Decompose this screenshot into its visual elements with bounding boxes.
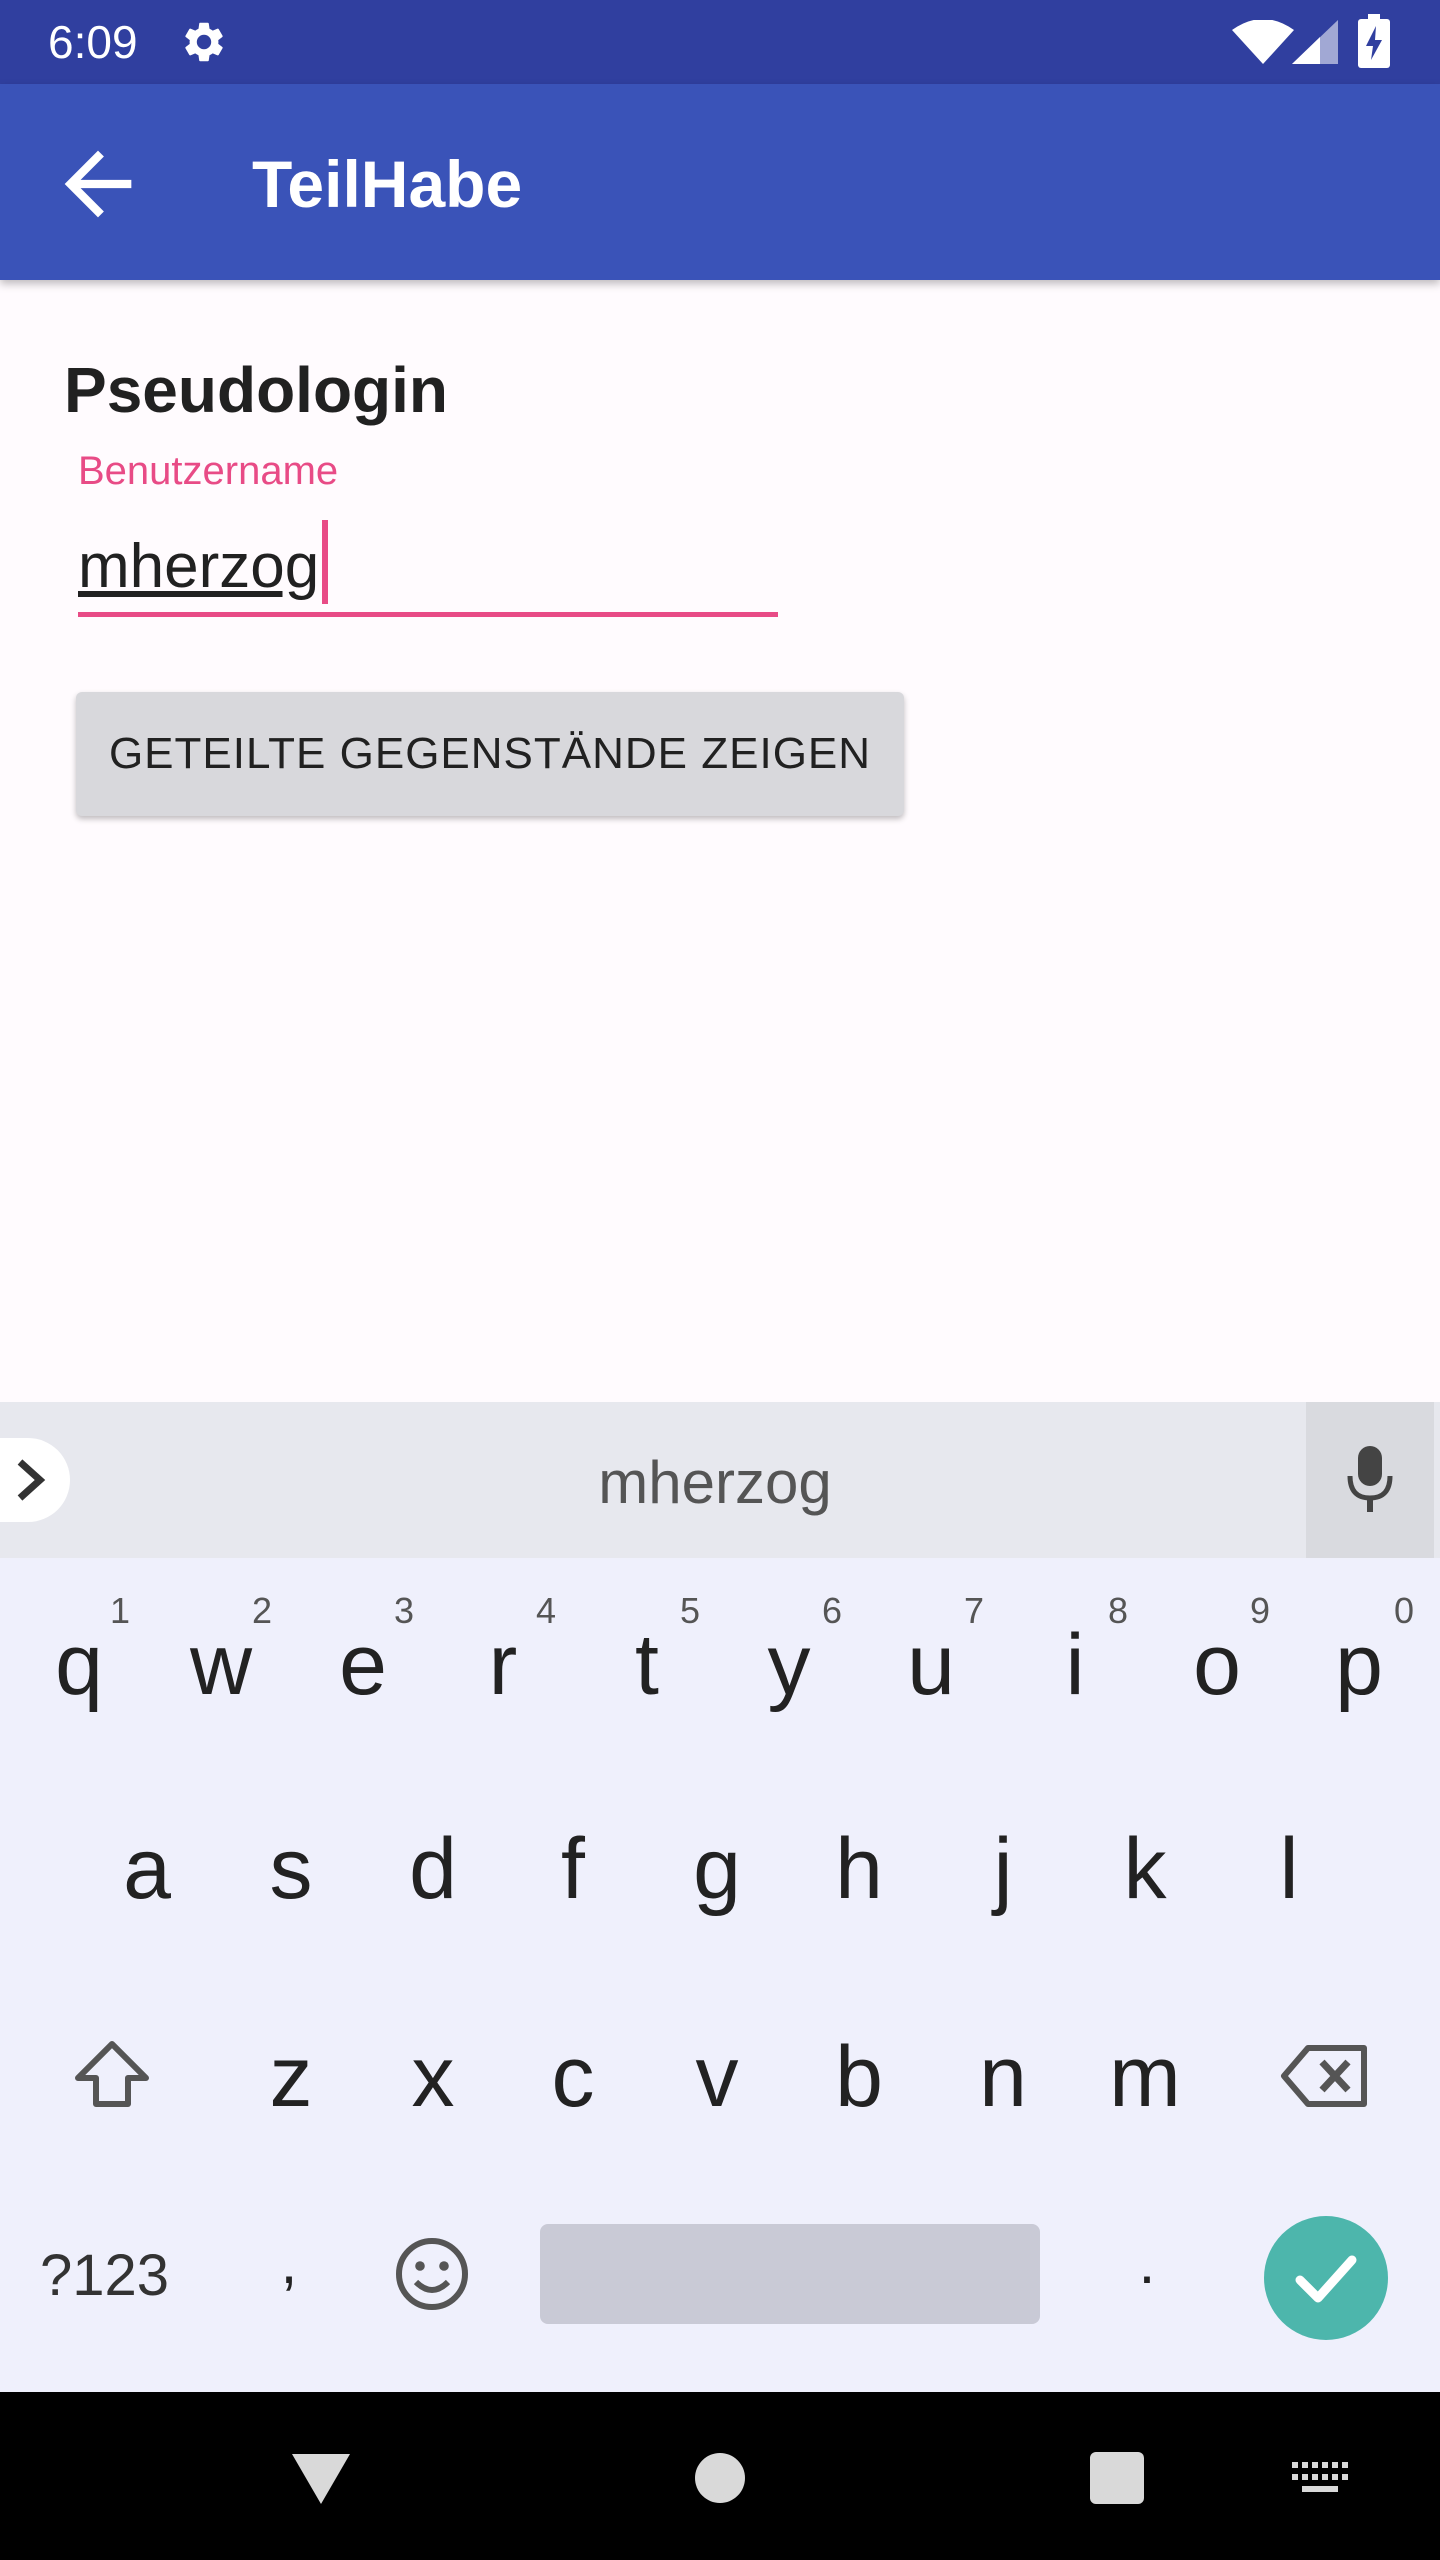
key-z[interactable]: z <box>220 2028 362 2127</box>
checkmark-icon <box>1295 2255 1357 2303</box>
settings-gear-icon <box>185 22 223 62</box>
key-d[interactable]: d <box>362 1820 504 1919</box>
key-a[interactable]: a <box>76 1820 218 1919</box>
status-bar: 6:09 <box>0 0 1440 84</box>
key-hint-2: 2 <box>252 1590 273 1631</box>
key-f[interactable]: f <box>502 1820 644 1919</box>
nav-back-icon[interactable] <box>290 2450 352 2506</box>
app-bar: TeilHabe <box>0 84 1440 280</box>
key-c[interactable]: c <box>502 2028 644 2127</box>
username-underline <box>78 612 778 617</box>
arrow-back-icon[interactable] <box>48 134 148 234</box>
text-caret <box>322 520 328 604</box>
wifi-icon <box>1232 20 1294 64</box>
key-b[interactable]: b <box>788 2028 930 2127</box>
key-v[interactable]: v <box>646 2028 788 2127</box>
key-hint-3: 3 <box>394 1590 415 1631</box>
symbols-key[interactable]: ?123 <box>40 2242 169 2309</box>
key-hint-6: 6 <box>822 1590 843 1631</box>
key-hint-8: 8 <box>1108 1590 1129 1631</box>
key-hint-5: 5 <box>680 1590 701 1631</box>
shift-icon[interactable] <box>72 2038 152 2110</box>
key-h[interactable]: h <box>788 1820 930 1919</box>
status-time: 6:09 <box>48 16 138 68</box>
key-j[interactable]: j <box>932 1820 1074 1919</box>
key-hint-4: 4 <box>536 1590 557 1631</box>
suggestion-strip: mherzog <box>0 1402 1440 1558</box>
battery-charging-icon <box>1358 14 1390 68</box>
emoji-icon[interactable] <box>394 2236 470 2312</box>
key-hint-7: 7 <box>964 1590 985 1631</box>
nav-home-icon[interactable] <box>694 2452 746 2504</box>
microphone-button[interactable] <box>1306 1402 1434 1558</box>
suggestion-word[interactable]: mherzog <box>0 1448 1430 1517</box>
soft-keyboard: mherzog q w e r t y u i o p 1 2 3 4 5 6 … <box>0 1402 1440 2392</box>
key-hint-1: 1 <box>110 1590 131 1631</box>
keyboard-switch-icon[interactable] <box>1292 2462 1348 2496</box>
backspace-icon[interactable] <box>1280 2042 1370 2110</box>
username-label: Benutzername <box>78 449 339 493</box>
key-period[interactable]: . <box>1076 2228 1218 2297</box>
key-x[interactable]: x <box>362 2028 504 2127</box>
cell-signal-icon <box>1292 20 1338 64</box>
key-l[interactable]: l <box>1218 1820 1360 1919</box>
username-input[interactable] <box>78 516 778 616</box>
key-s[interactable]: s <box>220 1820 362 1919</box>
navigation-bar <box>0 2392 1440 2560</box>
app-title: TeilHabe <box>252 147 523 221</box>
space-bar[interactable] <box>540 2224 1040 2324</box>
key-comma[interactable]: , <box>218 2228 360 2297</box>
key-m[interactable]: m <box>1074 2028 1216 2127</box>
enter-button[interactable] <box>1264 2216 1388 2340</box>
nav-recents-icon[interactable] <box>1090 2452 1144 2504</box>
key-k[interactable]: k <box>1074 1820 1216 1919</box>
key-n[interactable]: n <box>932 2028 1074 2127</box>
key-hint-9: 9 <box>1250 1590 1271 1631</box>
microphone-icon <box>1347 1446 1393 1512</box>
show-shared-items-button[interactable]: GETEILTE GEGENSTÄNDE ZEIGEN <box>76 692 904 816</box>
page-title: Pseudologin <box>64 354 448 426</box>
key-g[interactable]: g <box>646 1820 788 1919</box>
key-hint-0: 0 <box>1394 1590 1415 1631</box>
